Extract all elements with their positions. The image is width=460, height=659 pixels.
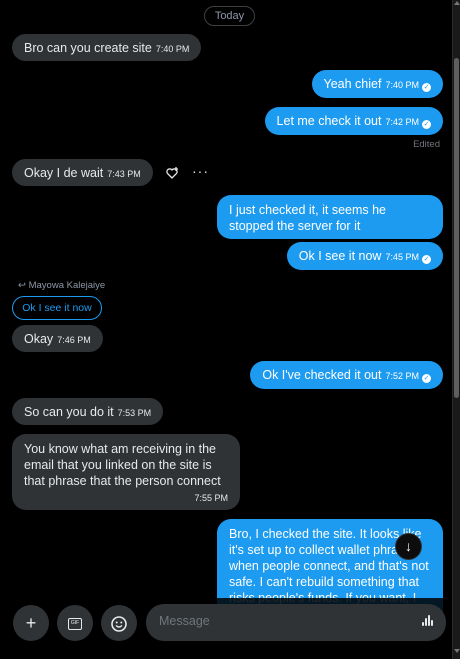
message-incoming[interactable]: Okay 7:46 PM bbox=[12, 325, 103, 352]
sent-check-icon: ✓ bbox=[422, 83, 431, 92]
message-time: 7:46 PM bbox=[57, 335, 91, 345]
scroll-to-bottom-button[interactable]: ↓ bbox=[395, 533, 422, 560]
message-time: 7:42 PM bbox=[385, 117, 419, 127]
message-text: Ok I see it now bbox=[298, 249, 382, 263]
message-composer: + GIF Message bbox=[0, 598, 452, 659]
scroll-up-icon[interactable] bbox=[454, 1, 460, 5]
sent-check-icon: ✓ bbox=[422, 374, 431, 383]
scrollbar-thumb[interactable] bbox=[454, 58, 459, 398]
message-input[interactable]: Message bbox=[146, 604, 446, 641]
date-divider: Today bbox=[204, 6, 255, 26]
message-time: 7:40 PM bbox=[385, 80, 419, 90]
edited-label: Edited bbox=[413, 139, 440, 150]
reply-context: ↩ Mayowa Kalejaiye bbox=[18, 280, 105, 291]
sent-check-icon: ✓ bbox=[422, 120, 431, 129]
message-text: Yeah chief bbox=[323, 77, 382, 91]
message-time: 7:40 PM bbox=[155, 44, 190, 54]
message-text: You know what am receiving in the email … bbox=[24, 442, 221, 488]
message-text: So can you do it bbox=[24, 405, 114, 419]
message-incoming[interactable]: Okay I de wait 7:43 PM bbox=[12, 159, 153, 186]
message-incoming[interactable]: You know what am receiving in the email … bbox=[12, 434, 240, 510]
message-text: Ok I've checked it out bbox=[262, 368, 382, 382]
gif-icon: GIF bbox=[68, 618, 82, 631]
message-placeholder: Message bbox=[159, 614, 210, 628]
message-outgoing[interactable]: Ok I see it now 7:45 PM ✓ bbox=[286, 242, 443, 270]
message-incoming[interactable]: So can you do it 7:53 PM bbox=[12, 398, 164, 425]
plus-icon[interactable]: + bbox=[13, 605, 49, 641]
more-options-icon[interactable]: ··· bbox=[192, 164, 208, 178]
message-time: 7:45 PM bbox=[385, 252, 419, 262]
quoted-message[interactable]: Ok I see it now bbox=[12, 296, 102, 320]
message-outgoing[interactable]: Ok I've checked it out 7:52 PM ✓ bbox=[250, 361, 443, 389]
message-text: Okay bbox=[24, 332, 54, 346]
scrollbar[interactable] bbox=[452, 0, 460, 659]
message-outgoing[interactable]: Let me check it out 7:42 PM ✓ bbox=[264, 107, 443, 135]
message-incoming[interactable]: Bro can you create site 7:40 PM bbox=[12, 34, 202, 61]
message-outgoing[interactable]: I just checked it, it seems he stopped t… bbox=[217, 195, 443, 239]
message-time: 7:52 PM bbox=[385, 371, 419, 381]
message-text: Bro can you create site bbox=[24, 41, 152, 55]
add-reaction-icon[interactable] bbox=[165, 166, 179, 180]
reply-author: Mayowa Kalejaiye bbox=[28, 280, 106, 291]
message-text: I just checked it, it seems he stopped t… bbox=[229, 203, 387, 233]
message-time: 7:43 PM bbox=[107, 169, 141, 179]
emoji-button[interactable] bbox=[101, 605, 137, 641]
message-text: Okay I de wait bbox=[24, 166, 104, 180]
message-outgoing[interactable]: Yeah chief 7:40 PM ✓ bbox=[311, 70, 443, 98]
emoji-icon bbox=[111, 616, 127, 633]
gif-button[interactable]: GIF bbox=[57, 605, 93, 641]
voice-message-icon[interactable] bbox=[422, 615, 434, 628]
sent-check-icon: ✓ bbox=[422, 255, 431, 264]
reply-arrow-icon: ↩ bbox=[18, 280, 26, 291]
message-time: 7:55 PM bbox=[194, 493, 228, 503]
conversation-view: Today Bro can you create site 7:40 PM Yea… bbox=[0, 0, 452, 659]
message-text: Let me check it out bbox=[276, 114, 382, 128]
scroll-down-icon[interactable] bbox=[454, 649, 460, 653]
message-time: 7:53 PM bbox=[117, 408, 152, 418]
